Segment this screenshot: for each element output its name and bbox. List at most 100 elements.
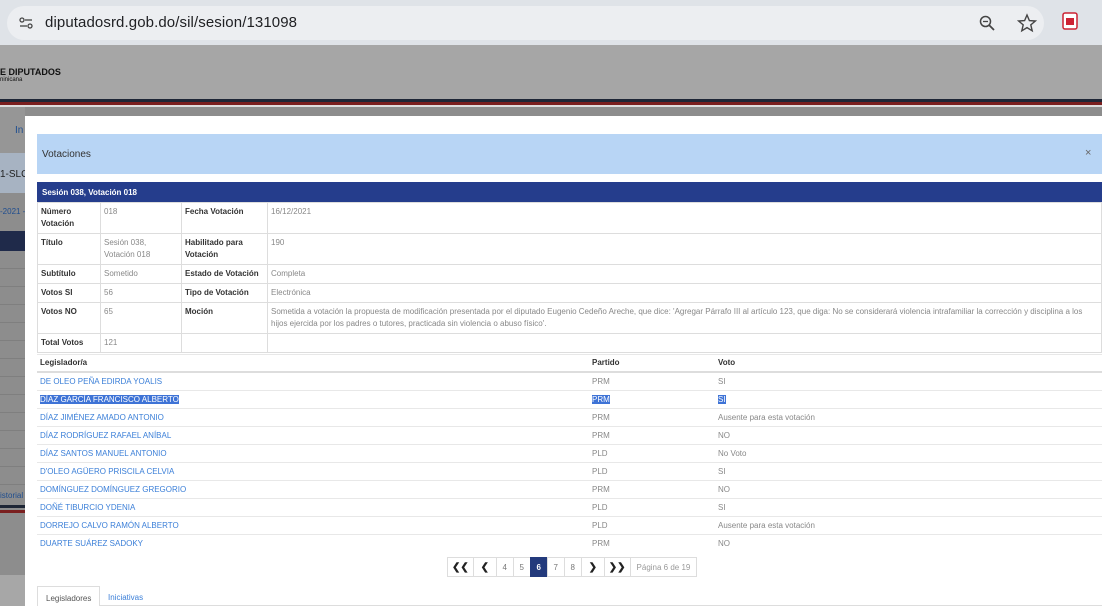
titulo-value: Sesión 038, Votación 018	[100, 233, 182, 265]
table-row: D'OLEO AGÜERO PRISCILA CELVIA PLD SI	[37, 462, 1102, 481]
vote-cell: SI	[715, 498, 1102, 517]
table-row: DUARTE SUÁREZ SADOKY PRM NO	[37, 534, 1102, 553]
session-header: Sesión 038, Votación 018	[37, 182, 1102, 202]
party-cell: PLD	[589, 462, 715, 481]
legislator-link[interactable]: DOÑÉ TIBURCIO YDENIA	[37, 498, 589, 517]
bookmark-star-icon[interactable]	[1017, 13, 1037, 33]
vote-cell: SI	[715, 371, 1102, 391]
page-button[interactable]: 5	[512, 557, 531, 577]
legislator-link[interactable]: DÍAZ SANTOS MANUEL ANTONIO	[37, 444, 589, 463]
legislator-link[interactable]: DORREJO CALVO RAMÓN ALBERTO	[37, 516, 589, 535]
table-row: DÍAZ GARCÍA FRANCISCO ALBERTO PRM SI	[37, 390, 1102, 409]
page-button[interactable]: 8	[563, 557, 582, 577]
legislator-link[interactable]: DUARTE SUÁREZ SADOKY	[37, 534, 589, 553]
party-cell: PRM	[589, 371, 715, 391]
background-text: istorial	[0, 491, 24, 500]
party-cell: PLD	[589, 516, 715, 535]
close-icon[interactable]: ×	[1085, 147, 1091, 159]
modal-title: Votaciones	[42, 149, 91, 160]
table-row: DOMÍNGUEZ DOMÍNGUEZ GREGORIO PRM NO	[37, 480, 1102, 499]
vote-cell: NO	[715, 426, 1102, 445]
vote-cell: NO	[715, 534, 1102, 553]
party-cell: PLD	[589, 498, 715, 517]
subtitulo-label: Subtítulo	[37, 264, 101, 284]
mocion-label: Moción	[181, 302, 268, 334]
vote-info-table: Número Votación 018 Fecha Votación 16/12…	[37, 202, 1102, 353]
legislator-link[interactable]: DÍAZ RODRÍGUEZ RAFAEL ANÍBAL	[37, 426, 589, 445]
habilitado-value: 190	[267, 233, 1102, 265]
estado-label: Estado de Votación	[181, 264, 268, 284]
tab-legisladores[interactable]: Legisladores	[37, 586, 101, 606]
selected-text: SI	[718, 395, 726, 404]
vote-cell: Ausente para esta votación	[715, 408, 1102, 427]
fecha-votacion-label: Fecha Votación	[181, 202, 268, 234]
numero-votacion-value: 018	[100, 202, 182, 234]
selected-text[interactable]: DÍAZ GARCÍA FRANCISCO ALBERTO	[40, 395, 179, 404]
votos-si-value: 56	[100, 283, 182, 303]
table-row: DORREJO CALVO RAMÓN ALBERTO PLD Ausente …	[37, 516, 1102, 535]
background-panel	[0, 575, 25, 606]
last-page-button[interactable]: ❯❯	[603, 557, 631, 577]
tab-iniciativas[interactable]: Iniciativas	[100, 586, 151, 606]
background-list	[0, 251, 25, 501]
vote-cell: SI	[715, 390, 1102, 409]
party-cell: PRM	[589, 408, 715, 427]
header-stripe	[0, 105, 1102, 107]
table-row: DÍAZ RODRÍGUEZ RAFAEL ANÍBAL PRM NO	[37, 426, 1102, 445]
legislator-link[interactable]: DÍAZ GARCÍA FRANCISCO ALBERTO	[37, 390, 589, 409]
party-cell: PRM	[589, 480, 715, 499]
titulo-label: Título	[37, 233, 101, 265]
vote-cell: No Voto	[715, 444, 1102, 463]
site-brand-subtitle: ninicana	[0, 77, 23, 83]
url-text[interactable]: diputadosrd.gob.do/sil/sesion/131098	[45, 14, 297, 31]
next-page-button[interactable]: ❯	[580, 557, 605, 577]
tipo-value: Electrónica	[267, 283, 1102, 303]
partido-header: Partido	[589, 354, 715, 373]
votos-no-value: 65	[100, 302, 182, 334]
legislator-link[interactable]: DÍAZ JIMÉNEZ AMADO ANTONIO	[37, 408, 589, 427]
site-settings-icon[interactable]	[18, 15, 34, 31]
empty-cell	[267, 333, 1102, 353]
habilitado-label: Habilitado para Votación	[181, 233, 268, 265]
mocion-value: Sometida a votación la propuesta de modi…	[267, 302, 1102, 334]
fecha-votacion-value: 16/12/2021	[267, 202, 1102, 234]
vote-cell: Ausente para esta votación	[715, 516, 1102, 535]
table-row: DOÑÉ TIBURCIO YDENIA PLD SI	[37, 498, 1102, 517]
site-brand: E DIPUTADOS	[0, 67, 61, 77]
party-cell: PRM	[589, 534, 715, 553]
footer-stripe	[0, 505, 25, 508]
page-info: Página 6 de 19	[629, 557, 698, 577]
first-page-button[interactable]: ❮❮	[447, 557, 474, 577]
votes-table: Legislador/a Partido Voto DE OLEO PEÑA E…	[37, 354, 1102, 553]
prev-page-button[interactable]: ❮	[472, 557, 497, 577]
zoom-icon[interactable]	[978, 14, 996, 32]
extension-icon[interactable]	[1062, 12, 1078, 30]
pagination: ❮❮ ❮ 4 5 6 7 8 ❯ ❯❯ Página 6 de 19	[447, 557, 698, 577]
browser-toolbar: diputadosrd.gob.do/sil/sesion/131098	[0, 0, 1102, 45]
modal-tabs: Legisladores Iniciativas	[37, 586, 1102, 606]
subtitulo-value: Sometido	[100, 264, 182, 284]
page-button[interactable]: 4	[495, 557, 514, 577]
party-cell: PRM	[589, 390, 715, 409]
empty-cell	[181, 333, 268, 353]
background-nav-link: In	[15, 125, 24, 136]
page-button[interactable]: 7	[546, 557, 565, 577]
table-row: DÍAZ SANTOS MANUEL ANTONIO PLD No Voto	[37, 444, 1102, 463]
vote-cell: SI	[715, 462, 1102, 481]
numero-votacion-label: Número Votación	[37, 202, 101, 234]
address-bar[interactable]: diputadosrd.gob.do/sil/sesion/131098	[7, 6, 1044, 40]
votaciones-modal: Votaciones × Sesión 038, Votación 018 Nú…	[25, 116, 1102, 606]
legislator-link[interactable]: DE OLEO PEÑA EDIRDA YOALIS	[37, 371, 589, 391]
site-header: E DIPUTADOS ninicana	[0, 45, 1102, 99]
selected-text: PRM	[592, 395, 610, 404]
tipo-label: Tipo de Votación	[181, 283, 268, 303]
current-page-button[interactable]: 6	[529, 557, 548, 577]
votos-si-label: Votos SI	[37, 283, 101, 303]
votos-no-label: Votos NO	[37, 302, 101, 334]
background-text: -2021 -	[0, 207, 26, 216]
legislator-link[interactable]: DOMÍNGUEZ DOMÍNGUEZ GREGORIO	[37, 480, 589, 499]
table-row: DE OLEO PEÑA EDIRDA YOALIS PRM SI	[37, 371, 1102, 391]
legislator-link[interactable]: D'OLEO AGÜERO PRISCILA CELVIA	[37, 462, 589, 481]
legislador-header: Legislador/a	[37, 354, 589, 373]
modal-header: Votaciones ×	[37, 134, 1102, 174]
